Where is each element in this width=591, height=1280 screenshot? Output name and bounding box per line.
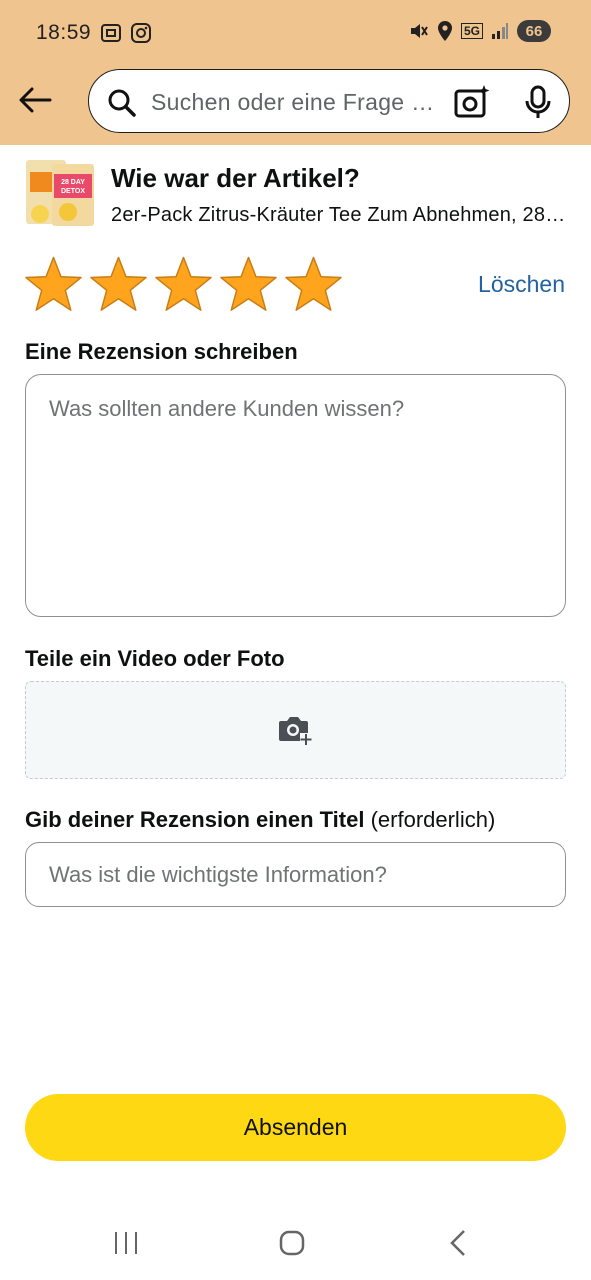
svg-text:28 DAY: 28 DAY [61,179,85,186]
title-placeholder: Was ist die wichtigste Information? [49,862,387,887]
location-icon [437,21,452,41]
status-bar: 18:59 5G 66 [0,0,591,66]
home-icon[interactable] [279,1230,305,1256]
submit-button[interactable]: Absenden [25,1094,566,1161]
back-arrow-icon [19,87,52,113]
review-heading: Wie war der Artikel? [111,163,360,193]
required-note: (erforderlich) [370,807,496,832]
star-icon[interactable] [24,255,83,313]
title-label: Gib deiner Rezension einen Titel (erford… [25,807,495,833]
media-label: Teile ein Video oder Foto [25,646,285,671]
microphone-icon[interactable] [523,85,553,121]
product-name: 2er-Pack Zitrus-Kräuter Tee Zum Abnehmen… [111,204,567,226]
mute-icon [410,24,428,38]
clear-rating-link[interactable]: Löschen [478,271,565,298]
svg-text:DETOX: DETOX [61,188,85,195]
battery-indicator: 66 [517,20,551,42]
product-summary: 28 DAY DETOX Wie war der Artikel? 2er-Pa… [24,158,584,232]
instagram-icon [131,23,151,43]
review-label: Eine Rezension schreiben [25,339,298,364]
network-type: 5G [460,23,483,39]
header: 18:59 5G 66 Suchen oder eine Frage st [0,0,591,145]
star-rating[interactable] [24,255,343,313]
back-button[interactable] [14,80,56,120]
review-textarea[interactable]: Was sollten andere Kunden wissen? [25,374,566,617]
camera-add-icon [279,717,312,745]
search-icon [108,89,136,117]
media-upload-area[interactable] [25,681,566,779]
status-time: 18:59 [36,21,92,44]
star-icon[interactable] [89,255,148,313]
title-input[interactable]: Was ist die wichtigste Information? [25,842,566,907]
nav-back-icon[interactable] [447,1229,469,1257]
search-input[interactable]: Suchen oder eine Frage stellen [151,89,437,116]
star-icon[interactable] [284,255,343,313]
search-bar[interactable]: Suchen oder eine Frage stellen [88,69,570,133]
recents-icon[interactable] [113,1230,139,1256]
camera-search-icon[interactable] [453,85,491,119]
star-icon[interactable] [154,255,213,313]
title-label-text: Gib deiner Rezension einen Titel [25,807,365,832]
product-thumbnail: 28 DAY DETOX [26,160,94,226]
system-nav-bar [0,1200,591,1280]
signal-icon [492,23,508,39]
screenshot-icon [101,24,121,42]
star-icon[interactable] [219,255,278,313]
review-placeholder: Was sollten andere Kunden wissen? [49,396,405,421]
